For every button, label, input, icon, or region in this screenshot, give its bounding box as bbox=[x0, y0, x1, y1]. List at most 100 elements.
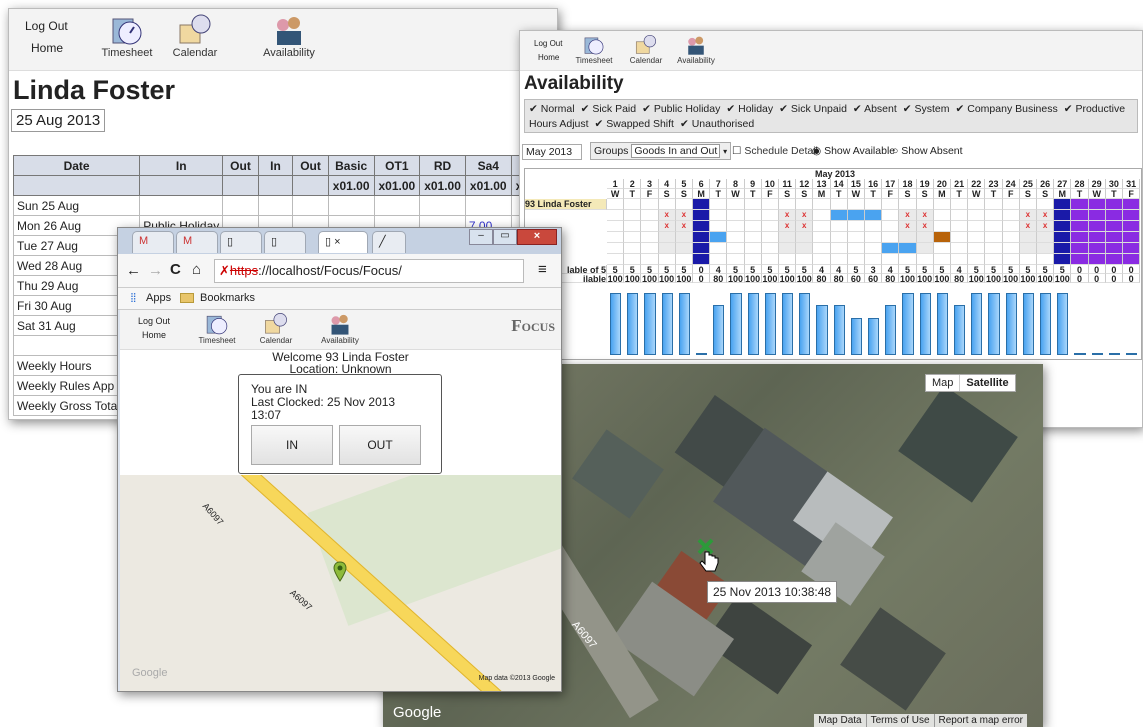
legend-checkbox[interactable]: ✔ Sick Unpaid bbox=[779, 103, 847, 115]
month-field[interactable]: May 2013 bbox=[522, 144, 582, 160]
terms-link[interactable]: Terms of Use bbox=[867, 714, 935, 727]
day-cell bbox=[693, 199, 711, 210]
day-cell bbox=[847, 232, 865, 243]
calendar-label: Calendar bbox=[629, 56, 663, 65]
day-cell bbox=[727, 254, 745, 265]
count-cell: 5 bbox=[933, 265, 951, 275]
weekday-header: S bbox=[675, 189, 693, 199]
calendar-button[interactable]: Calendar bbox=[167, 13, 223, 59]
forward-icon[interactable]: → bbox=[148, 262, 163, 279]
logout-link[interactable]: Log Out bbox=[138, 316, 170, 326]
day-cell bbox=[1054, 232, 1072, 243]
tab-active[interactable]: ▯ × bbox=[318, 231, 368, 253]
availability-button[interactable]: Availability bbox=[314, 312, 366, 345]
in-button[interactable]: IN bbox=[251, 425, 333, 465]
day-cell bbox=[813, 221, 831, 232]
groups-label: Groups bbox=[594, 145, 629, 157]
table-row[interactable]: Sun 25 Aug bbox=[12, 195, 557, 216]
show-absent-radio[interactable]: ○ Show Absent bbox=[892, 145, 963, 157]
day-cell bbox=[744, 243, 762, 254]
absence-type-filter: ✔ Normal ✔ Sick Paid ✔ Public Holiday ✔ Hol… bbox=[524, 99, 1138, 133]
weekday-header: T bbox=[951, 189, 969, 199]
tab-gmail[interactable]: M bbox=[132, 231, 174, 253]
legend-checkbox[interactable]: ✔ Unauthorised bbox=[680, 118, 754, 130]
building bbox=[898, 385, 1018, 503]
logout-link[interactable]: Log Out bbox=[534, 39, 562, 48]
day-cell bbox=[951, 254, 969, 265]
legend-checkbox[interactable]: ✔ Public Holiday bbox=[642, 103, 720, 115]
report-error-link[interactable]: Report a map error bbox=[935, 714, 1027, 727]
bookmarks-link[interactable]: Bookmarks bbox=[200, 292, 255, 304]
legend-checkbox[interactable]: ✔ Holiday bbox=[726, 103, 773, 115]
browser-window: M M ▯ ▯ ▯ × ╱ – ▭ × ← → C ⌂ ✗https://loc… bbox=[117, 227, 562, 692]
timesheet-button[interactable]: Timesheet bbox=[99, 13, 155, 59]
satellite-button[interactable]: Satellite bbox=[960, 375, 1014, 391]
map-pin-icon[interactable] bbox=[333, 561, 347, 583]
day-header: 25 bbox=[1019, 179, 1037, 189]
percent-cell: 100 bbox=[658, 274, 676, 284]
map-button[interactable]: Map bbox=[926, 375, 961, 391]
chevron-down-icon[interactable]: ▾ bbox=[723, 147, 727, 156]
count-cell: 4 bbox=[813, 265, 831, 275]
menu-icon[interactable]: ≡ bbox=[538, 261, 547, 278]
timesheet-button[interactable]: Timesheet bbox=[572, 34, 616, 65]
day-header: 14 bbox=[830, 179, 848, 189]
day-cell bbox=[1071, 199, 1089, 210]
home-icon[interactable]: ⌂ bbox=[192, 261, 201, 278]
day-cell: x bbox=[916, 210, 934, 221]
reload-icon[interactable]: C bbox=[170, 261, 181, 278]
tab-gmail[interactable]: M bbox=[176, 231, 218, 253]
timesheet-button[interactable]: Timesheet bbox=[192, 312, 242, 345]
home-link[interactable]: Home bbox=[538, 53, 559, 62]
close-tab-icon[interactable]: × bbox=[334, 236, 340, 248]
availability-bar bbox=[1108, 353, 1120, 355]
date-field[interactable]: 25 Aug 2013 bbox=[11, 109, 106, 132]
apps-link[interactable]: Apps bbox=[146, 292, 171, 304]
map-type-control: Map Satellite bbox=[925, 374, 1016, 392]
groups-value[interactable]: Goods In and Out bbox=[631, 144, 721, 158]
day-cell bbox=[951, 243, 969, 254]
location-map[interactable]: A6097 A6097 Google Map data ©2013 Google bbox=[120, 475, 561, 691]
day-cell bbox=[899, 243, 917, 254]
calendar-button[interactable]: Calendar bbox=[254, 312, 298, 345]
legend-checkbox[interactable]: ✔ Absent bbox=[853, 103, 897, 115]
day-cell bbox=[710, 210, 728, 221]
rate-cell bbox=[222, 175, 259, 196]
groups-select[interactable]: Groups Goods In and Out ▾ bbox=[590, 142, 732, 160]
maximize-icon[interactable]: ▭ bbox=[493, 229, 517, 245]
home-link[interactable]: Home bbox=[31, 41, 63, 55]
legend-checkbox[interactable]: ✔ System bbox=[903, 103, 950, 115]
day-cell bbox=[968, 221, 986, 232]
check-icon: ✔ bbox=[1063, 103, 1073, 115]
availability-button[interactable]: Availability bbox=[257, 13, 321, 59]
close-icon[interactable]: × bbox=[517, 229, 557, 245]
day-cell bbox=[1002, 221, 1020, 232]
day-cell bbox=[693, 232, 711, 243]
tab-page[interactable]: ╱ bbox=[372, 231, 406, 253]
legend-checkbox[interactable]: ✔ Swapped Shift bbox=[595, 118, 674, 130]
address-bar[interactable]: ✗https://localhost/Focus/Focus/ bbox=[214, 259, 524, 283]
legend-checkbox[interactable]: ✔ Normal bbox=[529, 103, 575, 115]
logout-link[interactable]: Log Out bbox=[25, 19, 68, 33]
stopwatch-icon bbox=[206, 315, 228, 335]
legend-checkbox[interactable]: ✔ Sick Paid bbox=[581, 103, 637, 115]
availability-button[interactable]: Availability bbox=[672, 34, 720, 65]
back-icon[interactable]: ← bbox=[126, 262, 141, 279]
day-cell bbox=[1088, 199, 1106, 210]
tab-page[interactable]: ▯ bbox=[220, 231, 262, 253]
day-cell bbox=[1054, 210, 1072, 221]
tab-page[interactable]: ▯ bbox=[264, 231, 306, 253]
gmail-icon: M bbox=[183, 235, 193, 247]
map-data-link[interactable]: Map Data bbox=[814, 714, 867, 727]
day-cell bbox=[1105, 232, 1123, 243]
calendar-button[interactable]: Calendar bbox=[626, 34, 666, 65]
home-link[interactable]: Home bbox=[142, 330, 166, 340]
legend-checkbox[interactable]: ✔ Company Business bbox=[956, 103, 1058, 115]
percent-cell: 0 bbox=[1071, 274, 1089, 284]
show-available-radio[interactable]: ◉ Show Available bbox=[812, 145, 895, 157]
out-button[interactable]: OUT bbox=[339, 425, 421, 465]
minimize-icon[interactable]: – bbox=[469, 229, 493, 245]
day-cell bbox=[761, 199, 779, 210]
schedule-detail-checkbox[interactable]: ☐ Schedule Detail bbox=[732, 145, 818, 157]
apps-icon[interactable]: ⣿ bbox=[130, 292, 137, 303]
